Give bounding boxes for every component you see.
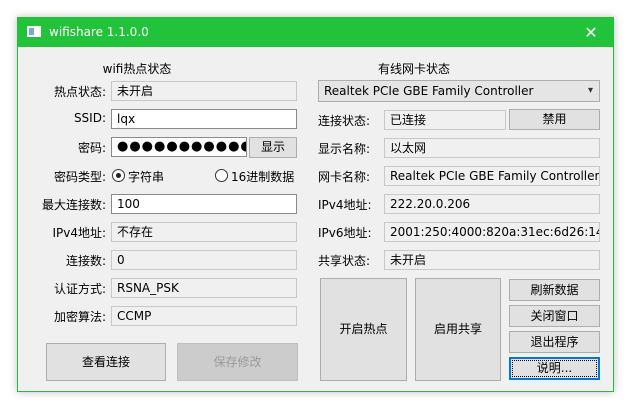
hotspot-status-label: 热点状态: xyxy=(53,85,106,99)
password-input[interactable]: ●●●●●●●●●●● xyxy=(111,137,247,157)
save-changes-button[interactable]: 保存修改 xyxy=(177,343,298,381)
auth-method-field: RSNA_PSK xyxy=(111,278,297,298)
connection-count-label: 连接数: xyxy=(65,254,106,268)
start-hotspot-button[interactable]: 开启热点 xyxy=(320,278,407,381)
max-connections-input[interactable]: 100 xyxy=(111,194,297,214)
display-name-field: 以太网 xyxy=(384,138,600,158)
about-button[interactable]: 说明... xyxy=(509,357,600,380)
radio-string[interactable] xyxy=(112,169,125,182)
view-connections-button[interactable]: 查看连接 xyxy=(46,343,166,381)
cipher-label: 加密算法: xyxy=(53,310,106,324)
max-connections-label: 最大连接数: xyxy=(41,198,106,212)
conn-status-field: 已连接 xyxy=(384,110,506,130)
chevron-down-icon: ▾ xyxy=(587,85,593,96)
hotspot-ipv4-label: IPv4地址: xyxy=(52,226,106,240)
wifi-panel-title: wifi热点状态 xyxy=(102,62,172,76)
app-window-icon xyxy=(27,26,41,37)
start-sharing-button[interactable]: 启用共享 xyxy=(415,278,501,381)
ssid-input[interactable]: lqx xyxy=(111,109,297,129)
share-status-label: 共享状态: xyxy=(318,254,371,268)
nic-name-field: Realtek PCIe GBE Family Controller xyxy=(384,166,600,186)
show-password-button[interactable]: 显示 xyxy=(249,137,297,158)
adapter-select[interactable]: Realtek PCIe GBE Family Controller ▾ xyxy=(318,80,600,102)
about-button-focus-ring xyxy=(512,360,597,377)
radio-string-label: 字符串 xyxy=(128,170,165,184)
cipher-field: CCMP xyxy=(111,306,297,326)
hotspot-status-field: 未开启 xyxy=(111,81,297,101)
conn-status-label: 连接状态: xyxy=(318,114,371,128)
radio-hex[interactable] xyxy=(215,169,228,182)
radio-hex-label: 16进制数据 xyxy=(231,170,295,184)
adapter-select-value: Realtek PCIe GBE Family Controller xyxy=(324,84,534,98)
title-bar[interactable]: wifishare 1.1.0.0 ✕ xyxy=(18,18,613,47)
disable-nic-button[interactable]: 禁用 xyxy=(509,109,600,130)
nic-ipv4-label: IPv4地址: xyxy=(318,198,372,212)
close-icon[interactable]: ✕ xyxy=(569,18,613,47)
nic-ipv6-field: 2001:250:4000:820a:31ec:6d26:1456 xyxy=(384,222,600,242)
nic-ipv6-label: IPv6地址: xyxy=(318,226,372,240)
refresh-data-button[interactable]: 刷新数据 xyxy=(509,279,600,301)
app-window: wifishare 1.1.0.0 ✕ wifi热点状态 热点状态: 未开启 S… xyxy=(17,17,614,392)
close-window-button[interactable]: 关闭窗口 xyxy=(509,305,600,327)
password-label: 密码: xyxy=(77,141,106,155)
nic-name-label: 网卡名称: xyxy=(318,170,371,184)
ssid-label: SSID: xyxy=(73,111,106,125)
window-title: wifishare 1.1.0.0 xyxy=(49,25,149,39)
nic-ipv4-field: 222.20.0.206 xyxy=(384,194,600,214)
auth-method-label: 认证方式: xyxy=(53,282,106,296)
connection-count-field: 0 xyxy=(111,250,297,270)
display-name-label: 显示名称: xyxy=(318,142,371,156)
hotspot-ipv4-field: 不存在 xyxy=(111,222,297,242)
exit-program-button[interactable]: 退出程序 xyxy=(509,331,600,353)
share-status-field: 未开启 xyxy=(384,250,600,270)
nic-panel-title: 有线网卡状态 xyxy=(377,62,450,76)
password-type-label: 密码类型: xyxy=(53,170,106,184)
